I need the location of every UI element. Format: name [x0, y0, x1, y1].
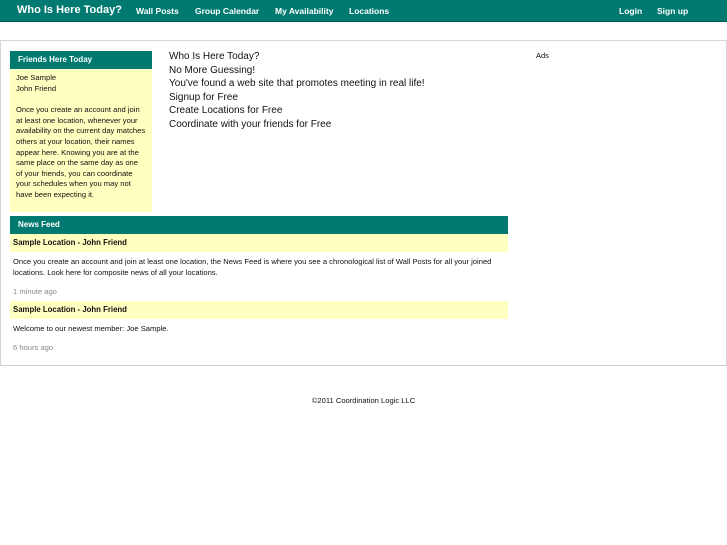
feed-item-time: 6 hours ago: [13, 343, 54, 352]
intro-line-5: Create Locations for Free: [169, 105, 283, 116]
friends-panel: Joe Sample John Friend Once you create a…: [10, 69, 152, 212]
intro-line-1: Who Is Here Today?: [169, 51, 260, 62]
brand-link[interactable]: Who Is Here Today?: [17, 4, 122, 16]
nav-group-calendar[interactable]: Group Calendar: [195, 6, 259, 16]
friend-link-john-friend[interactable]: John Friend: [16, 84, 146, 95]
nav-my-availability[interactable]: My Availability: [275, 6, 333, 16]
top-nav-bar: Who Is Here Today? Wall Posts Group Cale…: [0, 0, 727, 22]
friends-panel-description: Once you create an account and join at l…: [16, 105, 146, 199]
nav-locations[interactable]: Locations: [349, 6, 389, 16]
feed-item-text: Once you create an account and join at l…: [13, 257, 492, 277]
feed-item-time: 1 minute ago: [13, 287, 57, 296]
intro-line-3: You've found a web site that promotes me…: [169, 78, 425, 89]
login-link[interactable]: Login: [619, 6, 642, 16]
ads-label: Ads: [536, 51, 549, 60]
feed-item-heading[interactable]: Sample Location - John Friend: [10, 301, 508, 319]
footer-copyright: ©2011 Coordination Logic LLC: [311, 396, 416, 405]
news-feed-title: News Feed: [10, 216, 508, 234]
intro-block: Who Is Here Today? No More Guessing! You…: [169, 50, 425, 131]
feed-item-heading[interactable]: Sample Location - John Friend: [10, 234, 508, 252]
friends-panel-title: Friends Here Today: [10, 51, 152, 69]
feed-item-text: Welcome to our newest member: Joe Sample…: [13, 324, 169, 333]
friend-link-joe-sample[interactable]: Joe Sample: [16, 73, 146, 84]
intro-line-4: Signup for Free: [169, 91, 238, 103]
signup-link[interactable]: Sign up: [657, 6, 688, 16]
intro-line-6: Coordinate with your friends for Free: [169, 118, 332, 130]
intro-line-2: No More Guessing!: [169, 64, 256, 76]
nav-wall-posts[interactable]: Wall Posts: [136, 6, 179, 16]
